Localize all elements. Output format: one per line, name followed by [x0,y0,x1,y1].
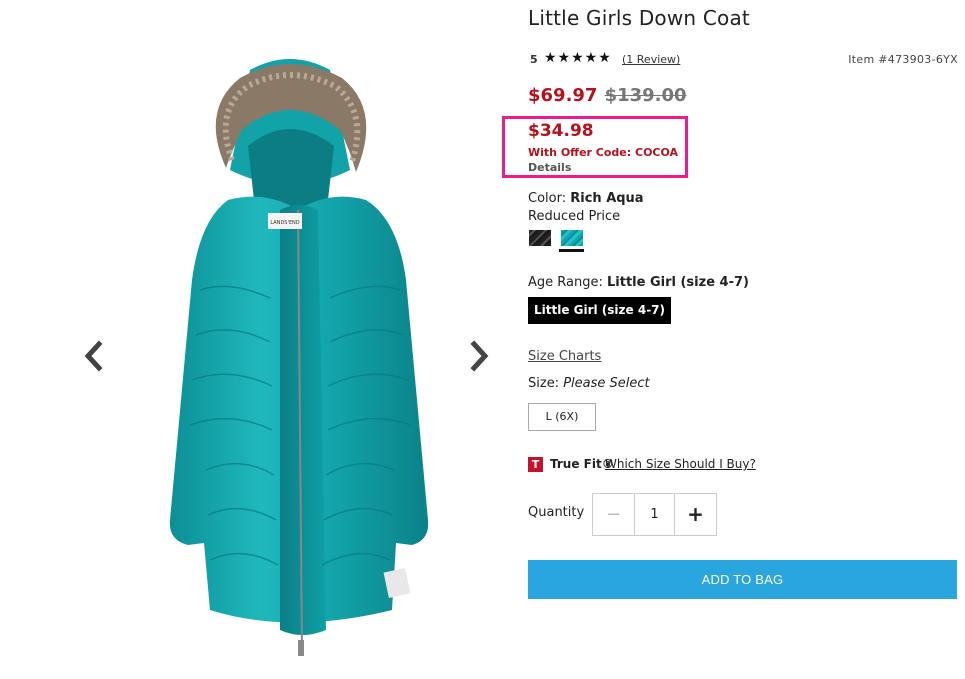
age-range-selection: Age Range: Little Girl (size 4-7) [528,275,749,290]
star-rating-icon: ★★★★★ [544,50,612,66]
brand-tag: LANDS'END [270,220,299,226]
price-row: $69.97 $139.00 [528,85,687,106]
truefit-link[interactable]: Which Size Should I Buy? [605,457,756,471]
quantity-label: Quantity [528,505,585,520]
chevron-right-icon[interactable] [465,340,493,372]
item-number: Item #473903-6YX [848,53,958,66]
color-swatch-rich-aqua[interactable] [561,230,583,246]
product-gallery: LANDS'END [70,50,510,679]
review-link[interactable]: (1 Review) [622,53,680,66]
age-range-value: Little Girl (size 4-7) [607,275,749,290]
sale-price: $69.97 [528,85,598,106]
offer-code-text: With Offer Code: COCOA [528,146,679,159]
color-value: Rich Aqua [570,191,644,206]
size-option-button[interactable]: L (6X) [528,403,596,431]
product-image: LANDS'END [169,59,429,656]
size-charts-link[interactable]: Size Charts [528,349,601,364]
color-swatch-black[interactable] [529,230,551,246]
original-price: $139.00 [604,85,687,106]
color-label: Color: [528,191,567,206]
quantity-increase-button[interactable]: + [675,494,716,535]
chevron-left-icon[interactable] [80,340,108,372]
color-selection: Color: Rich Aqua [528,191,644,206]
add-to-bag-button[interactable]: ADD TO BAG [528,560,957,599]
selected-swatch-indicator [559,249,584,252]
offer-details-link[interactable]: Details [528,161,571,174]
age-range-label: Age Range: [528,275,603,290]
age-range-button[interactable]: Little Girl (size 4-7) [528,297,671,324]
rating-row: 5 ★★★★★ (1 Review) Item #473903-6YX [530,50,958,70]
size-selection: Size: Please Select [528,376,650,391]
offer-price: $34.98 [528,121,594,141]
quantity-stepper: − 1 + [592,493,717,536]
quantity-decrease-button[interactable]: − [593,494,635,535]
rating-value: 5 [530,53,538,66]
offer-highlight-box: $34.98 With Offer Code: COCOA Details [502,116,688,178]
quantity-value[interactable]: 1 [635,494,675,535]
reduced-price-label: Reduced Price [528,209,621,224]
truefit-logo-icon: T [528,457,543,472]
product-title: Little Girls Down Coat [528,6,750,30]
size-prompt: Please Select [563,376,650,391]
size-label: Size: [528,376,560,391]
